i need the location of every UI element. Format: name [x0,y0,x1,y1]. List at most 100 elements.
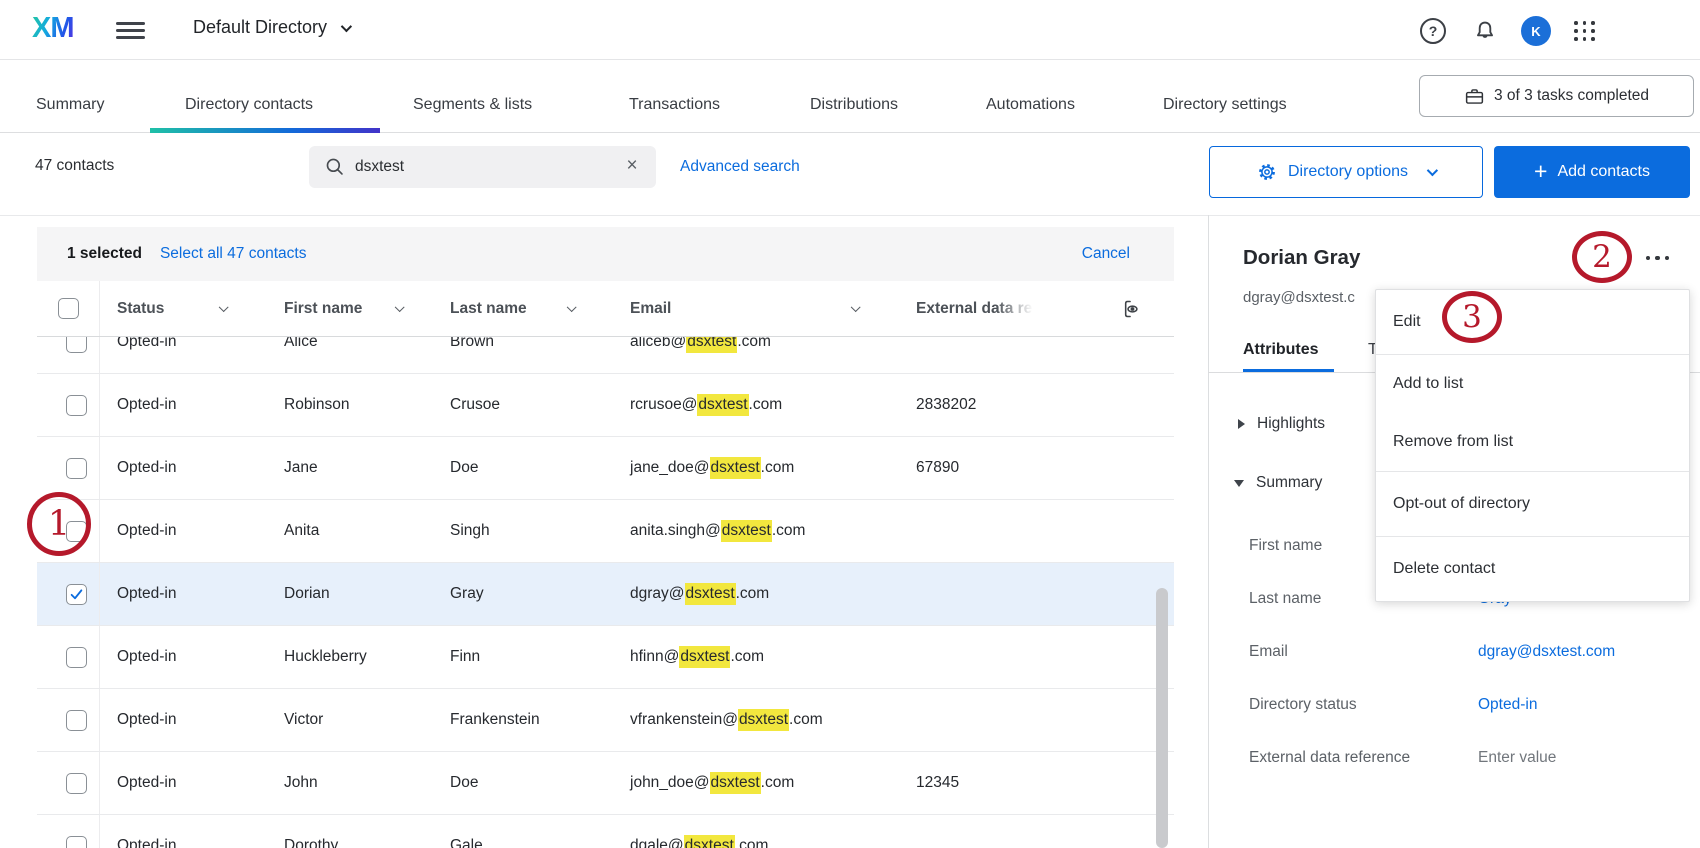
row-checkbox[interactable] [66,773,87,794]
tab-summary[interactable]: Summary [36,96,104,114]
add-contacts-label: Add contacts [1557,163,1650,181]
column-header-email: Email [613,281,899,336]
advanced-search-link[interactable]: Advanced search [680,158,800,176]
cell-last-name: Frankenstein [433,689,613,751]
cell-external-data-reference [899,689,1174,751]
cell-first-name: Jane [267,437,433,499]
row-checkbox[interactable] [66,836,87,848]
table-row[interactable]: Opted-in Robinson Crusoe rcrusoe@dsxtest… [37,374,1174,437]
tab-distributions[interactable]: Distributions [810,96,898,114]
contact-actions-menu-button[interactable] [1646,246,1686,270]
cell-first-name: Dorian [267,563,433,625]
cell-last-name: Gray [433,563,613,625]
row-checkbox[interactable] [66,395,87,416]
contact-name-heading: Dorian Gray [1243,246,1360,270]
clear-search-icon[interactable]: × [620,154,644,178]
contacts-table: 1 selected Select all 47 contacts Cancel… [37,227,1174,848]
field-label-external-data-reference: External data reference [1249,749,1410,767]
cell-first-name: John [267,752,433,814]
menu-item-remove-from-list[interactable]: Remove from list [1376,412,1689,471]
column-menu-icon[interactable] [395,302,404,311]
cell-status: Opted-in [100,752,267,814]
directory-options-label: Directory options [1288,163,1408,181]
field-label-email: Email [1249,643,1288,661]
table-row[interactable]: Opted-in John Doe john_doe@dsxtest.com 1… [37,752,1174,815]
directory-selector[interactable]: Default Directory [193,17,349,38]
table-row[interactable]: Opted-in Anita Singh anita.singh@dsxtest… [37,500,1174,563]
table-row[interactable]: Opted-in Huckleberry Finn hfinn@dsxtest.… [37,626,1174,689]
menu-item-opt-out[interactable]: Opt-out of directory [1376,472,1689,536]
row-checkbox[interactable] [66,710,87,731]
cell-first-name: Anita [267,500,433,562]
column-visibility-icon[interactable] [1120,298,1142,325]
tab-segments-lists[interactable]: Segments & lists [413,96,532,114]
cancel-selection-link[interactable]: Cancel [1082,245,1130,263]
cell-external-data-reference: 67890 [899,437,1174,499]
menu-item-add-to-list[interactable]: Add to list [1376,355,1689,412]
app-grid-icon[interactable] [1574,21,1596,41]
table-row-selected[interactable]: Opted-in Dorian Gray dgray@dsxtest.com [37,563,1174,626]
cell-external-data-reference: 12345 [899,752,1174,814]
summary-section-toggle[interactable]: Summary [1234,474,1322,492]
hamburger-menu-icon[interactable] [116,22,145,39]
cell-email: aliceb@dsxtest.com [613,337,899,373]
column-menu-icon[interactable] [219,302,228,311]
field-label-first-name: First name [1249,537,1322,555]
cell-status: Opted-in [100,374,267,436]
row-checkbox[interactable] [66,647,87,668]
chevron-down-icon [1427,165,1438,176]
select-all-link[interactable]: Select all 47 contacts [160,245,306,263]
summary-label: Summary [1256,474,1322,492]
row-checkbox[interactable] [66,337,87,353]
search-input[interactable] [355,146,610,188]
select-all-checkbox[interactable] [58,298,79,319]
column-header-external-data-reference: External data reference [899,281,1174,336]
row-checkbox-checked[interactable] [66,584,87,605]
directory-options-button[interactable]: Directory options [1209,146,1483,198]
directory-selector-label: Default Directory [193,17,327,38]
user-avatar[interactable]: K [1521,16,1551,46]
field-value-email[interactable]: dgray@dsxtest.com [1478,643,1615,661]
search-icon [324,156,346,178]
column-header-status: Status [100,281,267,336]
row-checkbox[interactable] [66,521,87,542]
cell-first-name: Dorothy [267,815,433,848]
panel-tab-attributes[interactable]: Attributes [1243,341,1319,359]
field-value-external-data-reference[interactable]: Enter value [1478,749,1556,767]
cell-status: Opted-in [100,437,267,499]
cell-external-data-reference: 2838202 [899,374,1174,436]
search-box: × [309,146,656,188]
tab-transactions[interactable]: Transactions [629,96,720,114]
cell-email: hfinn@dsxtest.com [613,626,899,688]
column-menu-icon[interactable] [851,302,860,311]
selection-bar: 1 selected Select all 47 contacts Cancel [37,227,1174,281]
cell-first-name: Huckleberry [267,626,433,688]
menu-item-delete-contact[interactable]: Delete contact [1376,537,1689,601]
column-menu-icon[interactable] [567,302,576,311]
cell-email: dgale@dsxtest.com [613,815,899,848]
highlights-section-toggle[interactable]: Highlights [1238,415,1325,433]
cell-external-data-reference [899,563,1174,625]
table-row[interactable]: Opted-in Jane Doe jane_doe@dsxtest.com 6… [37,437,1174,500]
vertical-scrollbar-thumb[interactable] [1156,588,1168,848]
tab-directory-settings[interactable]: Directory settings [1163,96,1287,114]
tab-automations[interactable]: Automations [986,96,1075,114]
annotation-circle-2: 2 [1572,231,1632,283]
table-row[interactable]: Opted-in Victor Frankenstein vfrankenste… [37,689,1174,752]
help-button[interactable]: ? [1420,18,1446,44]
row-checkbox[interactable] [66,458,87,479]
cell-email: anita.singh@dsxtest.com [613,500,899,562]
cell-external-data-reference [899,337,1174,373]
tab-directory-contacts[interactable]: Directory contacts [185,96,313,114]
table-row[interactable]: Opted-in Dorothy Gale dgale@dsxtest.com [37,815,1174,848]
tasks-completed-button[interactable]: 3 of 3 tasks completed [1419,75,1694,117]
cell-email: rcrusoe@dsxtest.com [613,374,899,436]
cell-status: Opted-in [100,500,267,562]
menu-item-edit[interactable]: Edit [1376,290,1689,354]
cell-status: Opted-in [100,563,267,625]
notifications-bell-icon[interactable] [1472,18,1498,44]
add-contacts-button[interactable]: + Add contacts [1494,146,1690,198]
field-value-directory-status[interactable]: Opted-in [1478,696,1537,714]
cell-email: vfrankenstein@dsxtest.com [613,689,899,751]
table-row[interactable]: Opted-in Alice Brown aliceb@dsxtest.com [37,337,1174,374]
